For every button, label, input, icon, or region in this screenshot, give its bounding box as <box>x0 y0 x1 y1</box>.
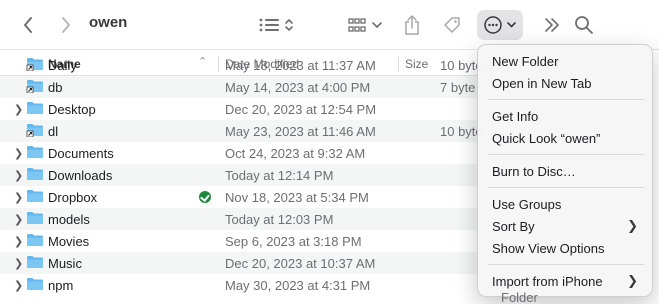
menu-item-show-view-options[interactable]: Show View Options <box>492 241 605 256</box>
file-date-modified: May 30, 2023 at 4:31 PM <box>225 278 371 293</box>
more-actions-menu: New Folder Open in New Tab Get Info Quic… <box>477 44 653 297</box>
menu-item-burn-to-disc[interactable]: Burn to Disc… <box>492 164 576 179</box>
file-name: Music <box>48 256 82 271</box>
toolbar: owen <box>0 0 659 50</box>
file-name: Dropbox <box>48 190 98 205</box>
folder-icon <box>27 102 43 114</box>
alias-folder-icon <box>26 124 43 137</box>
file-date-modified: Sep 6, 2023 at 3:18 PM <box>225 234 362 249</box>
forward-chevron-icon <box>62 17 70 33</box>
folder-icon <box>27 190 43 202</box>
menu-item-sort-by[interactable]: Sort By <box>492 219 535 234</box>
file-name: Movies <box>48 234 90 249</box>
more-actions-button[interactable] <box>477 10 523 40</box>
folder-icon <box>27 146 43 158</box>
file-name: Desktop <box>48 102 96 117</box>
disclosure-chevron-icon[interactable]: ❯ <box>14 213 23 226</box>
overflow-button[interactable] <box>540 10 564 40</box>
more-icon <box>484 16 516 34</box>
list-view-icon <box>259 18 293 32</box>
alias-folder-icon <box>26 80 43 93</box>
submenu-chevron-icon: ❯ <box>627 218 638 233</box>
overflow-icon <box>545 18 559 32</box>
file-date-modified: Nov 18, 2023 at 5:34 PM <box>225 190 369 205</box>
tag-button[interactable] <box>440 10 464 40</box>
group-button[interactable] <box>344 10 386 40</box>
window-title: owen <box>89 14 128 31</box>
menu-item-new-folder[interactable]: New Folder <box>492 54 558 69</box>
view-mode-button[interactable] <box>254 10 296 40</box>
alias-folder-icon <box>26 58 43 71</box>
disclosure-chevron-icon[interactable]: ❯ <box>14 257 23 270</box>
folder-icon <box>27 234 43 246</box>
back-button[interactable] <box>16 10 40 40</box>
finder-window: owen Name ⌃ Date Modified Size Daily May… <box>0 0 659 304</box>
disclosure-chevron-icon[interactable]: ❯ <box>14 147 23 160</box>
kind-cell: Folder <box>501 290 538 304</box>
file-date-modified: May 23, 2023 at 11:46 AM <box>225 124 376 139</box>
menu-separator <box>488 154 644 155</box>
file-name: Daily <box>48 58 77 73</box>
menu-item-import-from-iphone[interactable]: Import from iPhone <box>492 274 603 289</box>
file-name: models <box>48 212 90 227</box>
group-icon <box>348 18 382 32</box>
file-date-modified: Dec 20, 2023 at 12:54 PM <box>225 102 377 117</box>
file-date-modified: Dec 20, 2023 at 10:37 AM <box>225 256 376 271</box>
back-chevron-icon <box>24 17 32 33</box>
folder-icon <box>27 256 43 268</box>
file-date-modified: Oct 24, 2023 at 9:32 AM <box>225 146 366 161</box>
sync-status-icon <box>199 191 211 203</box>
folder-icon <box>27 278 43 290</box>
menu-item-open-new-tab[interactable]: Open in New Tab <box>492 76 592 91</box>
menu-separator <box>488 187 644 188</box>
file-name: db <box>48 80 63 95</box>
folder-icon <box>27 212 43 224</box>
folder-icon <box>27 168 43 180</box>
menu-item-quick-look[interactable]: Quick Look “owen” <box>492 131 600 146</box>
file-date-modified: May 18, 2023 at 11:37 AM <box>225 58 376 73</box>
disclosure-chevron-icon[interactable]: ❯ <box>14 103 23 116</box>
search-button[interactable] <box>572 10 596 40</box>
file-name: Downloads <box>48 168 113 183</box>
share-icon <box>405 15 419 35</box>
file-size: 7 byte <box>440 80 476 95</box>
file-name: Documents <box>48 146 114 161</box>
file-name: dl <box>48 124 59 139</box>
menu-item-get-info[interactable]: Get Info <box>492 109 538 124</box>
menu-separator <box>488 99 644 100</box>
search-icon <box>575 16 593 34</box>
file-date-modified: Today at 12:03 PM <box>225 212 334 227</box>
file-name: npm <box>48 278 74 293</box>
file-date-modified: Today at 12:14 PM <box>225 168 334 183</box>
disclosure-chevron-icon[interactable]: ❯ <box>14 191 23 204</box>
disclosure-chevron-icon[interactable]: ❯ <box>14 169 23 182</box>
submenu-chevron-icon: ❯ <box>627 273 638 288</box>
file-date-modified: May 14, 2023 at 4:00 PM <box>225 80 371 95</box>
disclosure-chevron-icon[interactable]: ❯ <box>14 235 23 248</box>
forward-button[interactable] <box>54 10 78 40</box>
menu-item-use-groups[interactable]: Use Groups <box>492 197 561 212</box>
share-button[interactable] <box>400 10 424 40</box>
menu-separator <box>488 264 644 265</box>
tag-icon <box>444 17 460 33</box>
disclosure-chevron-icon[interactable]: ❯ <box>14 279 23 292</box>
